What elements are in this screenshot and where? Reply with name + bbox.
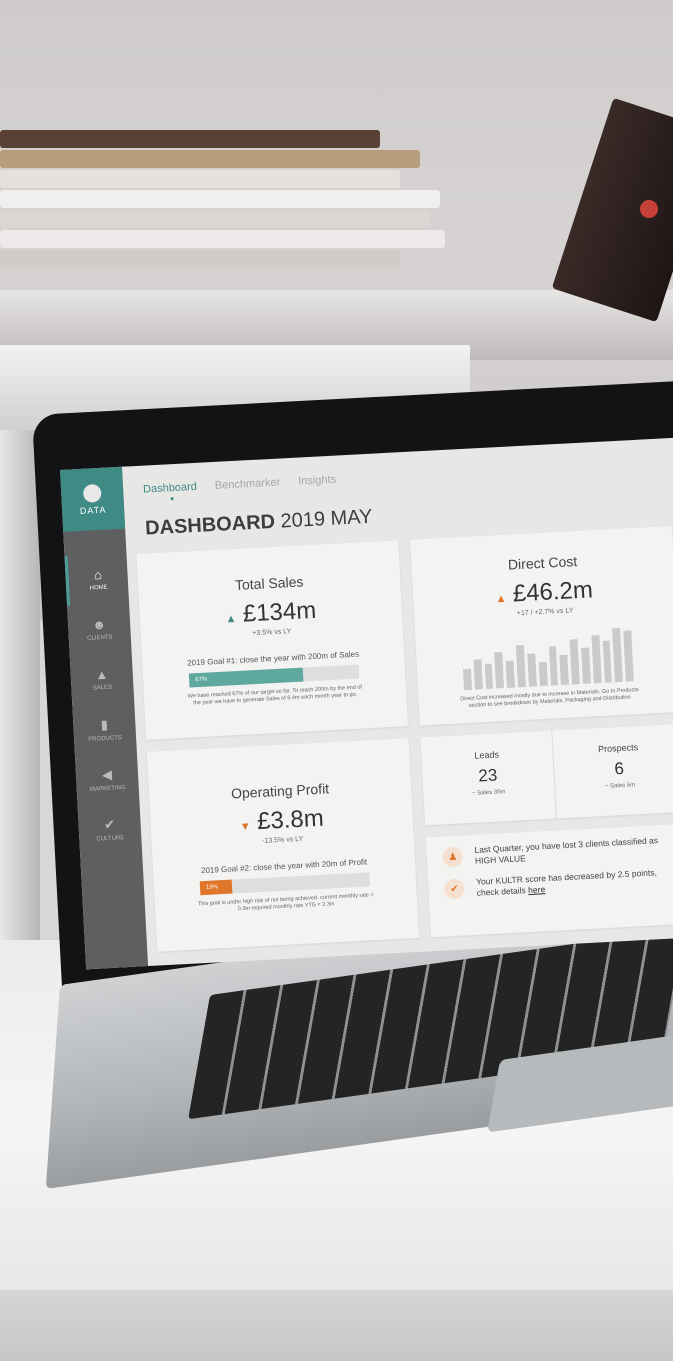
arrow-down-icon: ▼ [239,820,251,834]
arrow-up-orange-icon: ▲ [495,592,507,606]
logo[interactable]: DATA [60,466,126,532]
check-icon: ✔ [103,816,116,832]
cost-bar [612,627,624,683]
cost-bar [559,654,570,686]
total-sales-card[interactable]: Total Sales ▲ £134m +3.5% vs LY 2019 Goa… [136,540,408,740]
leads-sub: ~ Sales 35m [471,789,506,797]
cost-bar [602,640,613,683]
leads-prospects-card[interactable]: Leads 23 ~ Sales 35m Prospects 6 ~ Sales… [420,723,673,826]
alert-icon: ♟ [442,846,464,868]
cost-bar [580,647,591,684]
sales-goal-progress: 67% [188,664,360,688]
prospects-label: Prospects [597,742,639,755]
direct-cost-bar-chart [461,621,634,691]
cost-bar [623,630,634,682]
megaphone-icon: ◀ [101,766,113,782]
leads-label: Leads [474,749,500,761]
sidebar-item-label: HOME [89,584,108,592]
direct-cost-note: Direct Cost increased mostly due to incr… [460,687,639,710]
main-content: Dashboard Benchmarker Insights DASHBOARD… [122,437,673,967]
cost-bar [569,639,580,685]
logo-icon [82,483,102,503]
bag-icon: ▲ [94,666,109,683]
cost-bar [527,653,537,687]
sidebar-item-label: CULTURE [96,834,125,843]
sidebar-item-home[interactable]: ⌂ HOME [64,552,130,606]
logo-text: DATA [79,504,107,516]
cost-bar [591,635,602,684]
sidebar-item-label: PRODUCTS [88,734,123,743]
operating-profit-card[interactable]: Operating Profit ▼ £3.8m -13.5% vs LY 20… [146,738,419,952]
leads-grid: Leads 23 ~ Sales 35m Prospects 6 ~ Sales… [420,723,673,826]
cost-bar [515,644,526,688]
profit-goal-progress-fill: 19% [199,879,233,896]
alert-text: Your KULTR score has decreased by 2.5 po… [476,867,673,899]
profit-goal-text: 2019 Goal #2: close the year with 20m of… [200,857,368,876]
prospects-sub: ~ Sales 5m [604,782,636,790]
laptop-screen: DATA ⌂ HOME ☻ CLIENTS ▲ SALES ▮ PRODUCTS… [60,436,673,970]
details-link[interactable]: here [528,884,546,895]
sidebar-item-sales[interactable]: ▲ SALES [70,653,135,706]
profit-goal-progress: 19% [199,872,371,896]
sales-goal-progress-fill: 67% [188,667,304,688]
alert-text-body: Your KULTR score has decreased by 2.5 po… [475,867,658,898]
tab-dashboard[interactable]: Dashboard [143,481,198,502]
tab-benchmarker[interactable]: Benchmarker [215,477,281,498]
prospects-value: 6 [613,758,625,779]
cost-bar [494,652,505,689]
sidebar-item-products[interactable]: ▮ PRODUCTS [72,702,137,755]
page-title-bold: DASHBOARD [144,510,276,540]
users-icon: ☻ [91,616,107,633]
cost-bar [538,661,548,687]
white-post [0,430,40,990]
leads-column: Leads 23 ~ Sales 35m [420,731,555,826]
sidebar-item-marketing[interactable]: ◀ MARKETING [75,752,140,805]
sidebar-item-label: MARKETING [89,784,126,793]
direct-cost-value: £46.2m [512,576,594,608]
total-sales-value: £134m [242,596,317,628]
table-edge [0,1290,673,1361]
binder-label [640,200,658,218]
home-icon: ⌂ [93,566,103,583]
bars-icon: ▮ [100,716,109,732]
cost-bar [462,668,472,691]
photo-scene: DATA ⌂ HOME ☻ CLIENTS ▲ SALES ▮ PRODUCTS… [0,0,673,1361]
tab-insights[interactable]: Insights [298,474,337,494]
cost-bar [473,659,483,690]
cost-bar [548,646,559,686]
stacked-magazines [0,130,450,280]
prospects-column: Prospects 6 ~ Sales 5m [550,723,673,819]
direct-cost-card[interactable]: Direct Cost ▲ £46.2m +17 / +2.7% vs LY D… [410,526,673,726]
operating-profit-value: £3.8m [256,804,325,836]
sidebar-item-clients[interactable]: ☻ CLIENTS [67,603,132,656]
check-icon: ✔ [443,878,465,900]
sales-goal-note: We have reached 67% of our target so far… [187,684,363,707]
sidebar-item-label: CLIENTS [87,634,113,642]
sidebar-item-culture[interactable]: ✔ CULTURE [78,802,143,855]
alerts-card: ♟ Last Quarter, you have lost 3 clients … [425,823,673,938]
sidebar-item-label: SALES [92,684,113,692]
leads-value: 23 [477,765,498,786]
cost-bar [484,663,494,690]
cost-bar [505,660,516,688]
profit-goal-note: This goal is under high risk of not bein… [197,892,374,913]
page-title-date: 2019 MAY [279,505,373,533]
sales-goal-text: 2019 Goal #1: close the year with 200m o… [186,649,360,668]
arrow-up-icon: ▲ [225,612,237,626]
